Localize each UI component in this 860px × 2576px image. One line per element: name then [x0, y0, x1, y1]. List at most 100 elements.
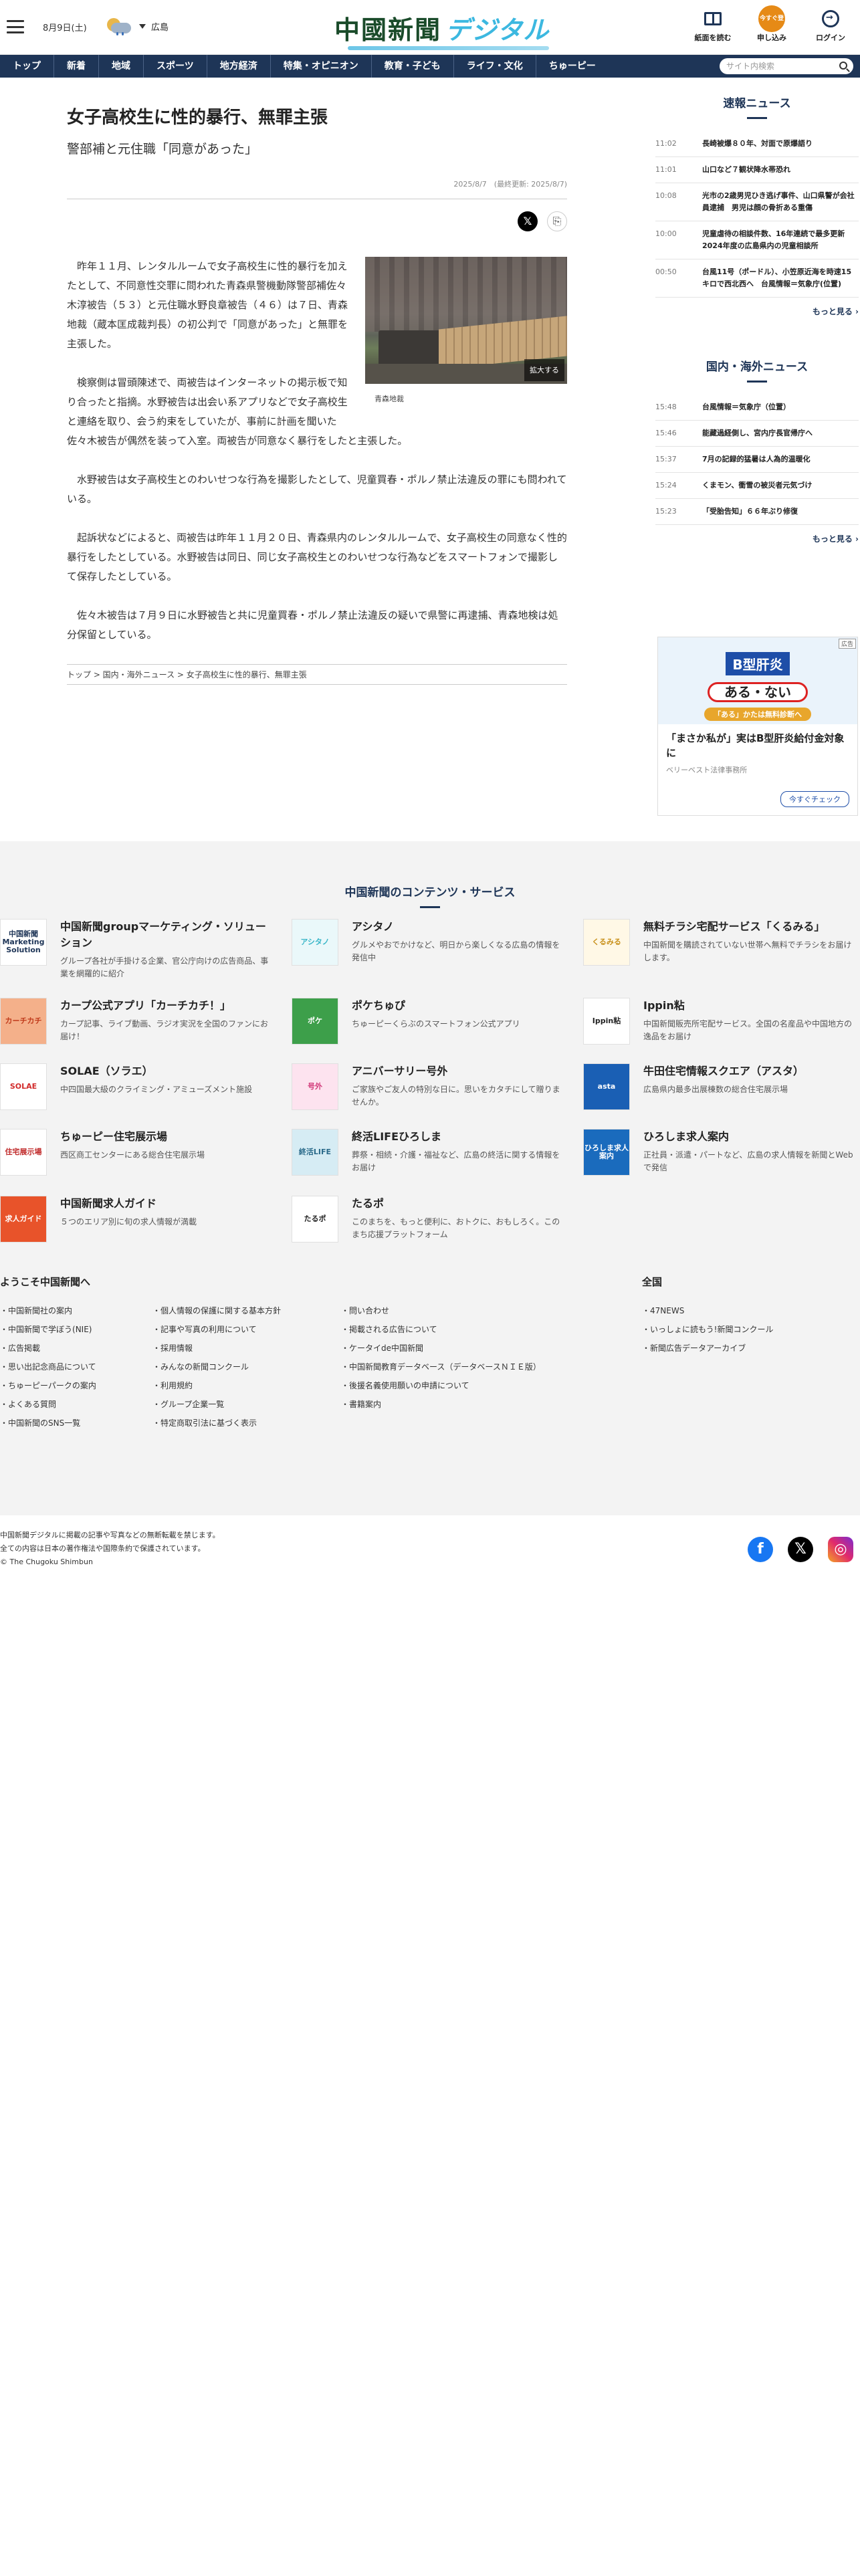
news-headline[interactable]: 児童虐待の相談件数、16年連続で最多更新 2024年度の広島県内の児童相談所: [702, 228, 859, 252]
service-logo[interactable]: ひろしま求人案内: [583, 1129, 630, 1176]
login-button[interactable]: ログイン: [811, 5, 851, 43]
footer-link[interactable]: 47NEWS: [642, 1301, 773, 1320]
nav-top[interactable]: トップ: [0, 55, 54, 78]
service-logo[interactable]: 終活LIFE: [292, 1129, 338, 1176]
menu-icon[interactable]: [7, 20, 24, 33]
news-headline[interactable]: 台風11号（ポードル）、小笠原近海を時速15キロで西北西へ 台風情報＝気象庁(位…: [702, 266, 859, 290]
nav-life[interactable]: ライフ・文化: [454, 55, 536, 78]
search-input[interactable]: [726, 62, 833, 71]
news-item[interactable]: 00:50 台風11号（ポードル）、小笠原近海を時速15キロで西北西へ 台風情報＝…: [655, 259, 859, 298]
news-item[interactable]: 11:01 山口など７観状降水帯恐れ: [655, 157, 859, 183]
service-logo[interactable]: くるみる: [583, 919, 630, 966]
service-logo[interactable]: 号外: [292, 1063, 338, 1110]
news-headline[interactable]: 「受胎告知」６６年ぶり修復: [702, 506, 798, 518]
footer-link[interactable]: よくある質問: [0, 1395, 96, 1414]
facebook-icon[interactable]: f: [748, 1537, 773, 1562]
footer-link[interactable]: 記事や写真の利用について: [152, 1320, 281, 1339]
footer-link[interactable]: 中国新聞社の案内: [0, 1301, 96, 1320]
read-paper-button[interactable]: 紙面を読む: [693, 5, 733, 43]
photo-image[interactable]: 拡大する: [365, 256, 567, 384]
service-logo[interactable]: 住宅展示場: [0, 1129, 47, 1176]
content-service-item[interactable]: Ippin粘 Ippin粘 中国新聞販売所宅配サービス。全国の名産品や中国地方の逸品…: [583, 998, 857, 1045]
news-headline[interactable]: 能藏過経側し、宮内庁長官帰庁へ: [702, 427, 813, 439]
news-item[interactable]: 15:23 「受胎告知」６６年ぶり修復: [655, 499, 859, 525]
content-service-item[interactable]: たるポ たるポ このまちを、もっと便利に、おトクに、おもしろく。このまち応援プラット…: [292, 1196, 566, 1243]
x-share-icon[interactable]: 𝕏: [518, 211, 538, 231]
service-name[interactable]: 中国新聞求人ガイド: [60, 1196, 197, 1212]
service-logo[interactable]: 求人ガイド: [0, 1196, 47, 1243]
content-service-item[interactable]: SOLAE SOLAE（ソラエ） 中四国最大級のクライミング・アミューズメント施設: [0, 1063, 274, 1110]
footer-link[interactable]: 個人情報の保護に関する基本方針: [152, 1301, 281, 1320]
news-item[interactable]: 15:37 7月の記録的猛暑は人為的温暖化: [655, 447, 859, 473]
service-logo[interactable]: SOLAE: [0, 1063, 47, 1110]
breadcrumb[interactable]: トップ > 国内・海外ニュース > 女子高校生に性的暴行、無罪主張: [67, 663, 567, 685]
footer-link[interactable]: 中国新聞で学ぼう(NIE): [0, 1320, 96, 1339]
service-logo[interactable]: アシタノ: [292, 919, 338, 966]
service-logo[interactable]: たるポ: [292, 1196, 338, 1243]
footer-link[interactable]: 中国新聞教育データベース（データベースＮＩＥ版）: [341, 1358, 541, 1376]
footer-link[interactable]: 掲載される広告について: [341, 1320, 541, 1339]
content-service-item[interactable]: アシタノ アシタノ グルメやおでかけなど、明日から楽しくなる広島の情報を発信中: [292, 919, 566, 966]
news-item[interactable]: 10:08 光市の2歳男児ひき逃げ事件、山口県警が会社員逮捕 男児は顔の骨折ある重…: [655, 183, 859, 221]
service-logo[interactable]: 中国新聞 Marketing Solution: [0, 919, 47, 966]
service-name[interactable]: ひろしま求人案内: [643, 1129, 857, 1145]
content-service-item[interactable]: 中国新聞 Marketing Solution 中国新聞groupマーケティング・…: [0, 919, 274, 980]
footer-link[interactable]: 中国新聞のSNS一覧: [0, 1414, 96, 1432]
news-item[interactable]: 15:24 くまモン、衝雪の被災者元気づけ: [655, 473, 859, 499]
footer-link[interactable]: 特定商取引法に基づく表示: [152, 1414, 281, 1432]
news-item[interactable]: 15:48 台風情報＝気象庁（位置）: [655, 395, 859, 421]
footer-link[interactable]: 広告掲載: [0, 1339, 96, 1358]
footer-link[interactable]: みんなの新聞コンクール: [152, 1358, 281, 1376]
service-logo[interactable]: asta: [583, 1063, 630, 1110]
weather-widget[interactable]: 広島: [106, 17, 169, 35]
content-service-item[interactable]: カーチカチ カープ公式アプリ「カーチカチ！」 カープ記事、ライブ動画、ラジオ実況を全…: [0, 998, 274, 1045]
service-logo[interactable]: ポケ: [292, 998, 338, 1045]
footer-link[interactable]: ケータイde中国新聞: [341, 1339, 541, 1358]
x-icon[interactable]: 𝕏: [788, 1537, 813, 1562]
service-name[interactable]: ちゅーピー住宅展示場: [60, 1129, 205, 1145]
site-logo[interactable]: 中國新聞 デジタル: [334, 9, 550, 50]
footer-link[interactable]: 利用規約: [152, 1376, 281, 1395]
nav-features[interactable]: 特集・オピニオン: [271, 55, 372, 78]
more-world-link[interactable]: もっと見る ›: [655, 533, 859, 544]
footer-link[interactable]: 新聞広告データアーカイブ: [642, 1339, 773, 1358]
footer-link[interactable]: 思い出記念商品について: [0, 1358, 96, 1376]
article-photo[interactable]: 拡大する 青森地裁: [365, 256, 567, 409]
search-icon[interactable]: [839, 62, 847, 70]
more-breaking-link[interactable]: もっと見る ›: [655, 306, 859, 317]
news-headline[interactable]: 台風情報＝気象庁（位置）: [702, 401, 790, 413]
enlarge-button[interactable]: 拡大する: [524, 358, 564, 381]
service-name[interactable]: カープ公式アプリ「カーチカチ！」: [60, 998, 274, 1014]
service-logo[interactable]: カーチカチ: [0, 998, 47, 1045]
footer-link[interactable]: 書籍案内: [341, 1395, 541, 1414]
content-service-item[interactable]: 号外 アニバーサリー号外 ご家族やご友人の特別な日に。思いをカタチにして贈りませんか…: [292, 1063, 566, 1110]
footer-link[interactable]: いっしょに読もう!新聞コンクール: [642, 1320, 773, 1339]
content-service-item[interactable]: ひろしま求人案内 ひろしま求人案内 正社員・派遣・パートなど、広島の求人情報を新聞と…: [583, 1129, 857, 1176]
service-name[interactable]: 中国新聞groupマーケティング・ソリューション: [60, 919, 274, 951]
news-headline[interactable]: 光市の2歳男児ひき逃げ事件、山口県警が会社員逮捕 男児は顔の骨折ある重傷: [702, 190, 859, 214]
copy-link-icon[interactable]: ⎘: [547, 211, 567, 231]
news-item[interactable]: 15:46 能藏過経側し、宮内庁長官帰庁へ: [655, 421, 859, 447]
nav-region[interactable]: 地域: [99, 55, 144, 78]
footer-link[interactable]: グループ企業一覧: [152, 1395, 281, 1414]
nav-chupy[interactable]: ちゅーピー: [536, 55, 609, 78]
service-name[interactable]: アニバーサリー号外: [352, 1063, 566, 1079]
service-name[interactable]: 終活LIFEひろしま: [352, 1129, 566, 1145]
news-item[interactable]: 11:02 長崎被爆８０年、対面で原爆語り: [655, 131, 859, 157]
content-service-item[interactable]: 住宅展示場 ちゅーピー住宅展示場 西区商工センターにある総合住宅展示場: [0, 1129, 274, 1176]
service-name[interactable]: Ippin粘: [643, 998, 857, 1014]
news-headline[interactable]: 7月の記録的猛暑は人為的温暖化: [702, 453, 811, 465]
footer-link[interactable]: ちゅーピーパークの案内: [0, 1376, 96, 1395]
service-name[interactable]: 無料チラシ宅配サービス「くるみる」: [643, 919, 857, 935]
news-headline[interactable]: 長崎被爆８０年、対面で原爆語り: [702, 138, 813, 150]
service-name[interactable]: アシタノ: [352, 919, 566, 935]
service-name[interactable]: ポケちゅぴ: [352, 998, 520, 1014]
instagram-icon[interactable]: ◎: [828, 1537, 853, 1562]
service-logo[interactable]: Ippin粘: [583, 998, 630, 1045]
news-headline[interactable]: 山口など７観状降水帯恐れ: [702, 164, 790, 176]
service-name[interactable]: たるポ: [352, 1196, 566, 1212]
footer-link[interactable]: 問い合わせ: [341, 1301, 541, 1320]
service-name[interactable]: 牛田住宅情報スクエア（アスタ）: [643, 1063, 804, 1079]
news-item[interactable]: 10:00 児童虐待の相談件数、16年連続で最多更新 2024年度の広島県内の児童…: [655, 221, 859, 259]
nav-sports[interactable]: スポーツ: [144, 55, 207, 78]
